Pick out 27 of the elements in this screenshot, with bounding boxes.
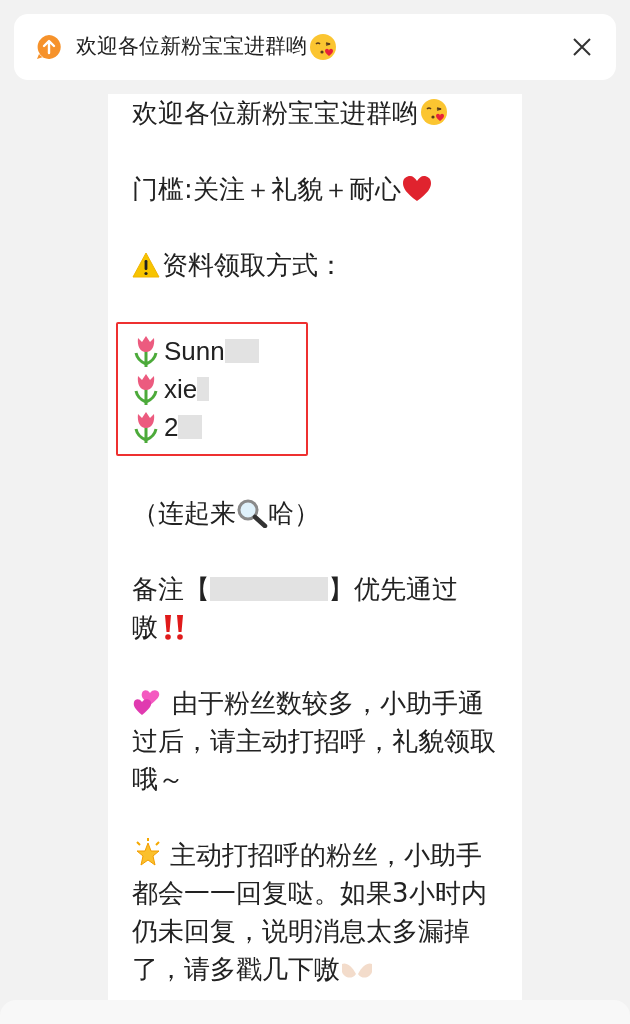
tulip-icon: [132, 334, 160, 368]
message-text: 资料领取方式：: [132, 246, 502, 284]
kissing-face-icon: [308, 32, 338, 62]
message-text: 门槛:关注＋礼貌＋耐心: [132, 170, 502, 208]
magnifier-icon: [236, 498, 268, 528]
message-text: 主动打招呼的粉丝，小助手都会一一回复哒。如果3小时内仍未回复，说明消息太多漏掉了，请多戳几下嗷: [132, 837, 488, 986]
close-icon: [573, 38, 591, 56]
banner-text: 欢迎各位新粉宝宝进群哟: [76, 31, 339, 63]
warning-icon: [132, 252, 160, 278]
message-text: 欢迎各位新粉宝宝进群哟: [132, 94, 502, 132]
message-text: 由于粉丝数较多，小助手通过后，请主动打招呼，礼貌领取哦～: [132, 686, 497, 796]
message-text: （连起来: [132, 497, 236, 530]
message-text: 备注【: [132, 573, 210, 606]
message-text: 嗷: [132, 611, 158, 644]
pixelated-redaction: [197, 377, 210, 401]
pixelated-redaction: [224, 339, 259, 363]
kissing-face-icon: [419, 97, 449, 127]
pixelated-redaction: [178, 415, 203, 439]
account-name: 2: [164, 411, 179, 444]
account-name: Sunn: [164, 335, 225, 368]
message-text: 哈）: [268, 497, 320, 530]
account-name: xie: [164, 373, 198, 406]
tulip-icon: [132, 410, 160, 444]
tulip-icon: [132, 372, 160, 406]
message-text: 】优先通过: [328, 573, 458, 606]
chat-upload-icon: [36, 34, 62, 60]
heart-icon: [401, 175, 432, 203]
